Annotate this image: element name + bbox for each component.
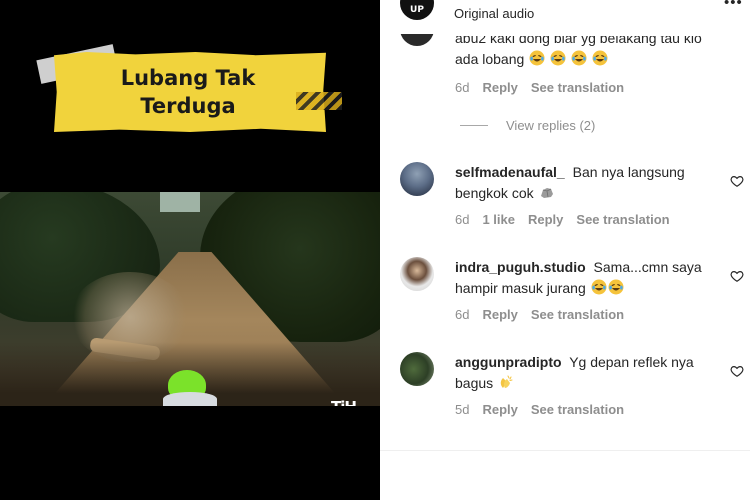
comment-body: selfmadenaufal_ Ban nya langsung bengkok…: [455, 162, 723, 204]
banner-title: Lubang Tak Terduga: [68, 64, 308, 120]
account-avatar[interactable]: UP: [400, 0, 434, 20]
comment-meta: 6d 1 like Reply See translation: [455, 212, 670, 227]
comment-username[interactable]: anggunpradipto: [455, 354, 562, 370]
avatar[interactable]: [400, 352, 434, 386]
like-heart-icon[interactable]: [730, 269, 744, 283]
see-translation-button[interactable]: See translation: [531, 80, 624, 95]
reply-button[interactable]: Reply: [482, 307, 517, 322]
laughing-tears-icon: [591, 279, 607, 295]
see-translation-button[interactable]: See translation: [531, 307, 624, 322]
comment-username[interactable]: selfmadenaufal_: [455, 164, 565, 180]
sky-patch: [160, 192, 200, 212]
comment-item: indra_puguh.studio Sama...cmn saya hampi…: [380, 257, 750, 337]
comment-item: anggunpradipto Yg depan reflek nya bagus…: [380, 352, 750, 432]
laughing-tears-icon: [571, 50, 587, 66]
video-watermark: TiH: [331, 398, 357, 406]
view-replies-line: [460, 125, 488, 126]
comment-body: anggunpradipto Yg depan reflek nya bagus: [455, 352, 723, 394]
laughing-tears-icon: [529, 50, 545, 66]
avatar[interactable]: [400, 257, 434, 291]
laughing-tears-icon: [608, 279, 624, 295]
view-replies-button[interactable]: View replies (2): [460, 118, 595, 133]
banner-line-2: Terduga: [140, 94, 236, 118]
likes-count[interactable]: 1 like: [482, 212, 515, 227]
comment-item: selfmadenaufal_ Ban nya langsung bengkok…: [380, 162, 750, 242]
comment-body: indra_puguh.studio Sama...cmn saya hampi…: [455, 257, 723, 299]
see-translation-button[interactable]: See translation: [576, 212, 669, 227]
rock-icon: [539, 184, 555, 200]
more-options-icon[interactable]: •••: [724, 0, 743, 11]
account-avatar-text: UP: [410, 5, 424, 15]
comment-time: 6d: [455, 80, 470, 95]
partial-comment-text: abu2 kaki dong biar yg belakang tau klo …: [455, 36, 725, 70]
laughing-tears-icon: [550, 50, 566, 66]
comments-panel[interactable]: UP Original audio ••• abu2 kaki dong bia…: [380, 0, 750, 500]
like-heart-icon[interactable]: [730, 364, 744, 378]
like-heart-icon[interactable]: [730, 174, 744, 188]
banner-line-1: Lubang Tak: [120, 66, 256, 90]
comment-time: 6d: [455, 307, 470, 322]
comment-time: 5d: [455, 402, 470, 417]
post-header: UP Original audio •••: [380, 0, 750, 24]
comment-meta: 5d Reply See translation: [455, 402, 624, 417]
laughing-tears-icon: [592, 50, 608, 66]
title-banner: Lubang Tak Terduga: [36, 44, 348, 136]
view-replies-label: View replies (2): [506, 118, 596, 133]
comment-meta: 6d Reply See translation: [455, 307, 624, 322]
avatar[interactable]: [400, 162, 434, 196]
audio-link[interactable]: Original audio: [454, 6, 534, 21]
reply-button[interactable]: Reply: [482, 402, 517, 417]
reply-button[interactable]: Reply: [528, 212, 563, 227]
panel-divider: [380, 450, 750, 451]
comment-username[interactable]: indra_puguh.studio: [455, 259, 586, 275]
video-player[interactable]: Lubang Tak Terduga TiH: [0, 0, 380, 500]
clapping-hands-icon: [498, 374, 514, 390]
video-frame-trail-scene: TiH: [0, 192, 380, 406]
reply-button[interactable]: Reply: [482, 80, 517, 95]
partial-comment-meta: 6d Reply See translation: [455, 80, 624, 95]
rider-shoulders: [163, 392, 217, 406]
see-translation-button[interactable]: See translation: [531, 402, 624, 417]
comment-time: 6d: [455, 212, 470, 227]
